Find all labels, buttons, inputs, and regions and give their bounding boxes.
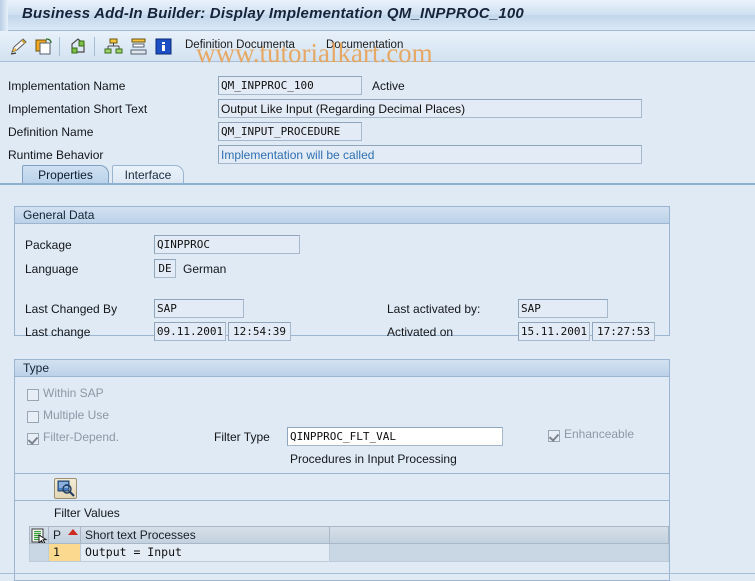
header-form: Implementation Name QM_INPPROC_100 Activ…: [0, 62, 755, 166]
type-group: Type Within SAP Multiple Use Filter-Depe…: [14, 359, 670, 581]
implementation-status-text: Active: [372, 79, 405, 93]
stack-icon[interactable]: [128, 36, 149, 57]
last-change-label: Last change: [25, 325, 91, 339]
filter-values-label: Filter Values: [54, 506, 120, 520]
multiple-use-label: Multiple Use: [43, 408, 110, 422]
short-text-row: Implementation Short Text Output Like In…: [0, 99, 755, 120]
enhanceable-checkbox[interactable]: [548, 430, 560, 442]
filter-values-grid: P Short text Processes 1 Output = Input: [29, 526, 669, 566]
language-text: German: [183, 262, 227, 276]
runtime-behavior-value: Implementation will be called: [218, 145, 642, 164]
display-filter-values-button[interactable]: [54, 478, 77, 499]
type-divider-1: [15, 473, 669, 474]
last-changed-by-label: Last Changed By: [25, 302, 118, 316]
sap-gui-window: Business Add-In Builder: Display Impleme…: [0, 0, 755, 581]
hierarchy-icon[interactable]: [103, 36, 124, 57]
activated-on-label: Activated on: [387, 325, 454, 339]
activated-on-date-input[interactable]: 15.11.2001: [518, 322, 590, 341]
display-object-icon[interactable]: [68, 36, 89, 57]
definition-name-label: Definition Name: [8, 125, 94, 139]
filter-type-description: Procedures in Input Processing: [290, 452, 457, 466]
information-icon[interactable]: [153, 36, 174, 57]
grid-cell-p[interactable]: 1: [48, 544, 80, 562]
runtime-behavior-row: Runtime Behavior Implementation will be …: [0, 145, 755, 166]
title-bar-left-edge: [0, 0, 8, 31]
package-label: Package: [25, 238, 72, 252]
sort-ascending-icon: [68, 529, 78, 535]
within-sap-label: Within SAP: [43, 386, 104, 400]
copy-icon[interactable]: [33, 36, 54, 57]
last-activated-by-label: Last activated by:: [387, 302, 481, 316]
filter-depend-label: Filter-Depend.: [43, 430, 120, 444]
tab-interface[interactable]: Interface: [112, 165, 184, 184]
definition-name-input[interactable]: QM_INPUT_PROCEDURE: [218, 122, 362, 141]
type-group-title: Type: [14, 359, 670, 377]
edit-pencil-icon[interactable]: [8, 36, 29, 57]
application-toolbar: Definition Documenta Documentation: [0, 31, 755, 62]
tab-strip: Properties Interface: [0, 165, 755, 184]
language-code-input[interactable]: DE: [154, 259, 176, 278]
properties-panel: General Data Package QINPPROC Language D…: [0, 185, 755, 581]
last-change-date-input[interactable]: 09.11.2001: [154, 322, 226, 341]
multiple-use-checkbox[interactable]: [27, 411, 39, 423]
runtime-behavior-label: Runtime Behavior: [8, 148, 104, 162]
window-title: Business Add-In Builder: Display Impleme…: [22, 5, 524, 22]
implementation-name-label: Implementation Name: [8, 79, 126, 93]
package-input[interactable]: QINPPROC: [154, 235, 300, 254]
implementation-name-row: Implementation Name QM_INPPROC_100 Activ…: [0, 76, 755, 97]
grid-cell-filler: [329, 544, 669, 562]
implementation-short-text-input[interactable]: Output Like Input (Regarding Decimal Pla…: [218, 99, 642, 118]
within-sap-checkbox[interactable]: [27, 389, 39, 401]
enhanceable-label: Enhanceable: [564, 427, 635, 441]
last-activated-by-input[interactable]: SAP: [518, 299, 608, 318]
general-data-group-title: General Data: [14, 206, 670, 224]
title-bar: Business Add-In Builder: Display Impleme…: [0, 0, 755, 31]
grid-header-filler: [329, 526, 669, 544]
status-divider: [0, 573, 755, 574]
documentation-button[interactable]: Documentation: [326, 39, 403, 51]
definition-documentation-button[interactable]: Definition Documenta: [185, 39, 295, 51]
activated-on-time-input[interactable]: 17:27:53: [592, 322, 655, 341]
last-change-time-input[interactable]: 12:54:39: [228, 322, 291, 341]
implementation-short-text-label: Implementation Short Text: [8, 102, 148, 116]
toolbar-separator-1: [59, 37, 60, 56]
type-divider-2: [15, 500, 669, 501]
tab-properties[interactable]: Properties: [22, 165, 109, 184]
grid-row-selector[interactable]: [29, 544, 48, 562]
filter-type-label: Filter Type: [214, 430, 270, 444]
filter-type-input[interactable]: QINPPROC_FLT_VAL: [287, 427, 503, 446]
filter-depend-checkbox[interactable]: [27, 433, 39, 445]
language-label: Language: [25, 262, 79, 276]
toolbar-separator-2: [94, 37, 95, 56]
definition-name-row: Definition Name QM_INPUT_PROCEDURE: [0, 122, 755, 143]
implementation-name-input[interactable]: QM_INPPROC_100: [218, 76, 362, 95]
last-changed-by-input[interactable]: SAP: [154, 299, 244, 318]
grid-header-short-text[interactable]: Short text Processes: [80, 526, 329, 544]
grid-select-all-button[interactable]: [29, 526, 48, 544]
grid-cell-short-text[interactable]: Output = Input: [80, 544, 329, 562]
general-data-group: General Data Package QINPPROC Language D…: [14, 206, 670, 341]
